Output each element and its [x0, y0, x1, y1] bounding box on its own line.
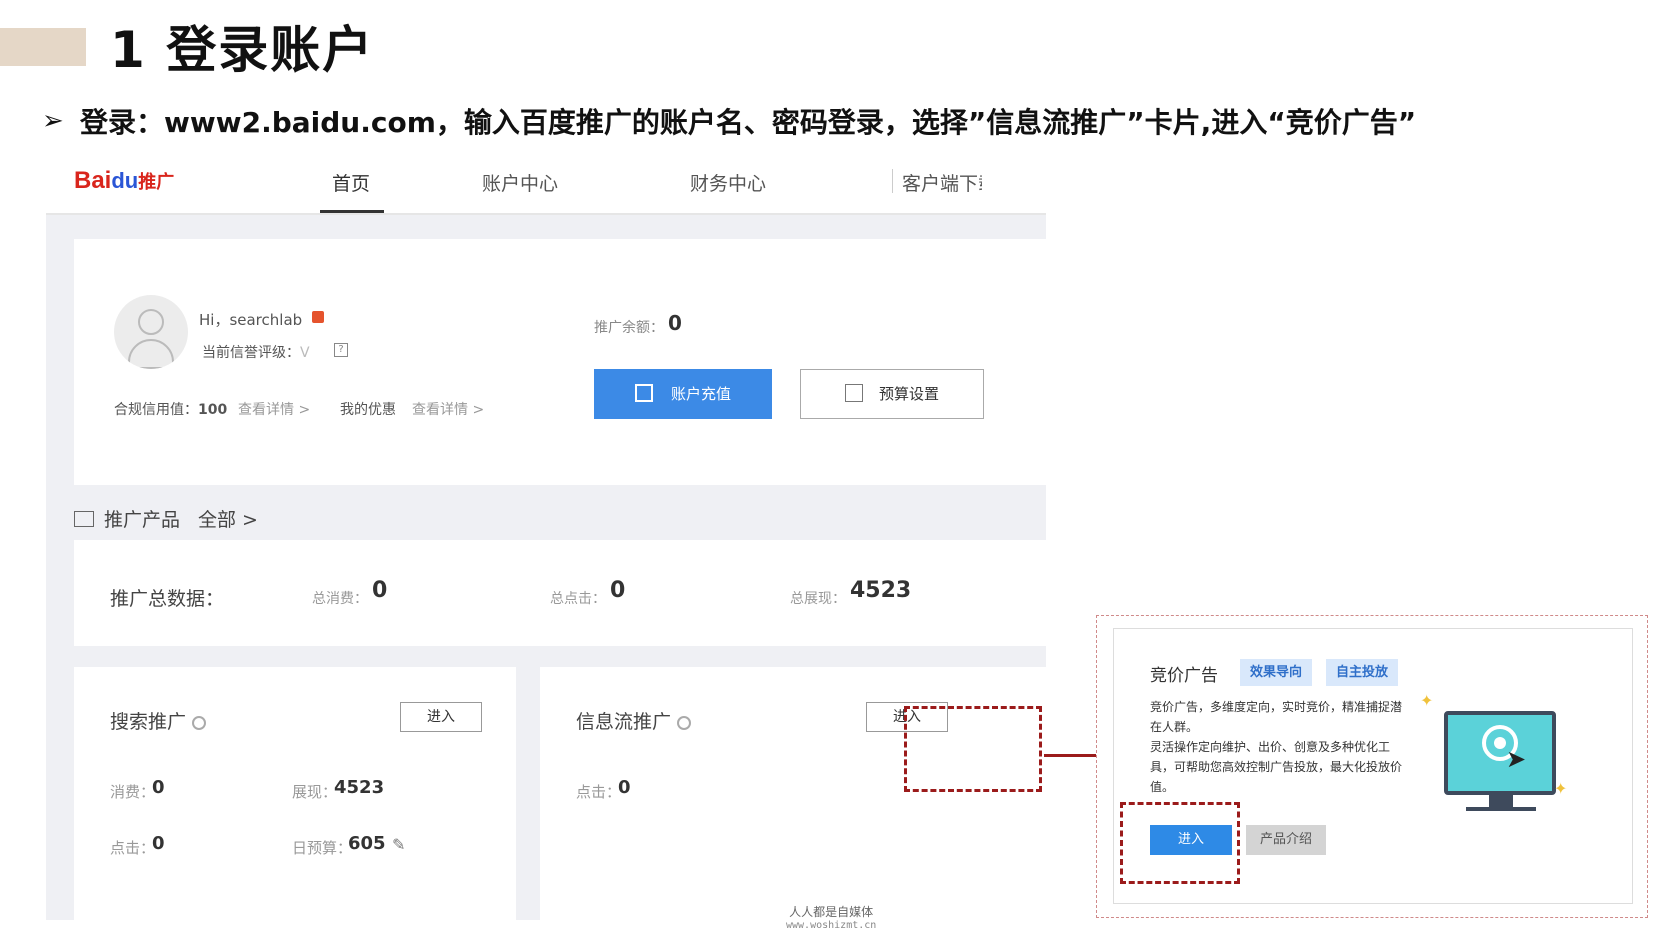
credit-rating-value: V: [300, 345, 310, 361]
target-center: [1494, 737, 1506, 749]
search-card-title-text: 搜索推广: [110, 711, 187, 733]
nav-finance-center[interactable]: 财务中心: [690, 169, 766, 196]
top-navigation: Baidu推广 首页 账户中心 财务中心 客户端下载: [46, 155, 1046, 215]
login-icon: [634, 383, 653, 402]
products-section-title: 推广产品: [104, 509, 181, 531]
all-products-link[interactable]: 全部 >: [198, 505, 258, 532]
budget-settings-button[interactable]: 预算设置: [800, 369, 984, 419]
tag-self-serve: 自主投放: [1326, 659, 1399, 686]
total-clicks-value: 0: [610, 578, 626, 603]
sparkle-icon: ✦: [1554, 779, 1568, 798]
nav-home[interactable]: 首页: [332, 169, 370, 196]
cursor-icon: ➤: [1506, 745, 1527, 773]
gear-icon[interactable]: [677, 715, 692, 730]
recharge-button[interactable]: 账户充值: [594, 369, 772, 419]
monitor-foot: [1466, 807, 1536, 811]
budget-button-label: 预算设置: [878, 385, 939, 403]
search-clicks-label: 点击：: [110, 839, 156, 857]
product-intro-button[interactable]: 产品介绍: [1246, 825, 1326, 855]
bidding-enter-highlight: [1120, 802, 1240, 884]
sparkle-icon: ✦: [1420, 691, 1434, 710]
title-accent-bar: [0, 28, 86, 66]
description-line-2: 灵活操作定向维护、出价、创意及多种优化工具，可帮助您高效控制广告投放，最大化投放…: [1150, 740, 1403, 794]
search-impressions-value: 4523: [334, 777, 385, 798]
search-impressions-label: 展现：: [292, 783, 338, 801]
gear-icon[interactable]: [192, 715, 207, 730]
credit-rating-label: 当前信誉评级：: [202, 345, 300, 361]
compliance-label: 合规信用值：: [114, 402, 198, 418]
feed-enter-highlight: [904, 706, 1042, 792]
search-card-title: 搜索推广: [110, 707, 207, 734]
bidding-ad-title: 竞价广告: [1150, 666, 1218, 686]
instruction-text: 登录：www2.baidu.com，输入百度推广的账户名、密码登录，选择”信息流…: [80, 106, 1417, 139]
feed-card-title-text: 信息流推广: [576, 711, 672, 733]
search-spend-value: 0: [152, 777, 165, 798]
edit-icon: [844, 383, 863, 402]
nav-account-center[interactable]: 账户中心: [482, 169, 558, 196]
feed-promotion-card: 信息流推广 进入 点击： 0: [540, 667, 1046, 920]
watermark-line-1: 人人都是自媒体: [789, 905, 874, 919]
search-clicks-value: 0: [152, 833, 165, 854]
total-spend-label: 总消费：: [312, 591, 368, 607]
baidu-portal-screenshot: Baidu推广 首页 账户中心 财务中心 客户端下载 Hi，searchlab …: [46, 155, 1046, 920]
slide-title: 1 登录账户: [110, 21, 375, 79]
bidding-ad-description: 竞价广告，多维度定向，实时竞价，精准捕捉潜在人群。 灵活操作定向维护、出价、创意…: [1150, 697, 1412, 797]
my-offers-label: 我的优惠: [340, 402, 396, 418]
total-impressions-label: 总展现：: [790, 591, 846, 607]
nav-client-download[interactable]: 客户端下载: [902, 169, 982, 196]
paw-icon: du: [111, 168, 139, 193]
greeting: Hi，searchlab: [199, 311, 303, 329]
search-promotion-card: 搜索推广 进入 消费： 0 展现： 4523 点击： 0 日预算： 605 ✎: [74, 667, 516, 920]
daily-budget-value: 605: [348, 833, 386, 854]
chart-icon: [74, 511, 94, 527]
feed-card-title: 信息流推广: [576, 707, 692, 734]
search-enter-button[interactable]: 进入: [400, 702, 482, 732]
recharge-button-label: 账户充值: [670, 385, 731, 403]
search-spend-label: 消费：: [110, 783, 156, 801]
total-clicks-label: 总点击：: [550, 591, 606, 607]
nav-divider: [892, 169, 893, 193]
help-icon[interactable]: ?: [334, 343, 348, 357]
logo-tuiguang-text: 推广: [138, 172, 175, 192]
watermark: 人人都是自媒体 www.woshizmt.cn: [786, 905, 876, 933]
account-card: Hi，searchlab 当前信誉评级：V ? 合规信用值：100 查看详情 >…: [74, 239, 1046, 485]
bullet-arrow-icon: ➢: [42, 106, 64, 136]
status-badge: [312, 311, 324, 323]
baidu-tuiguang-logo[interactable]: Baidu推广: [74, 167, 174, 195]
edit-icon[interactable]: ✎: [392, 835, 405, 854]
description-line-1: 竞价广告，多维度定向，实时竞价，精准捕捉潜在人群。: [1150, 700, 1403, 734]
logo-bai-text: Bai: [74, 167, 112, 194]
daily-budget-label: 日预算：: [292, 839, 353, 857]
avatar: [114, 295, 188, 369]
credit-rating: 当前信誉评级：V: [202, 342, 310, 362]
view-offers-link[interactable]: 查看详情 >: [412, 399, 484, 419]
feed-clicks-label: 点击：: [576, 783, 622, 801]
feed-clicks-value: 0: [618, 777, 631, 798]
compliance-score: 合规信用值：100: [114, 399, 227, 419]
watermark-url: www.woshizmt.cn: [786, 920, 877, 931]
totals-label: 推广总数据：: [110, 588, 225, 610]
tag-performance: 效果导向: [1240, 659, 1313, 686]
compliance-value: 100: [198, 402, 228, 418]
total-impressions-value: 4523: [850, 578, 912, 603]
balance-value: 0: [668, 311, 682, 335]
nav-active-indicator: [320, 210, 384, 213]
balance-label: 推广余额：: [594, 320, 664, 336]
totals-card: 推广总数据： 总消费： 0 总点击： 0 总展现： 4523: [74, 540, 1046, 646]
total-spend-value: 0: [372, 578, 388, 603]
view-detail-link[interactable]: 查看详情 >: [238, 399, 310, 419]
